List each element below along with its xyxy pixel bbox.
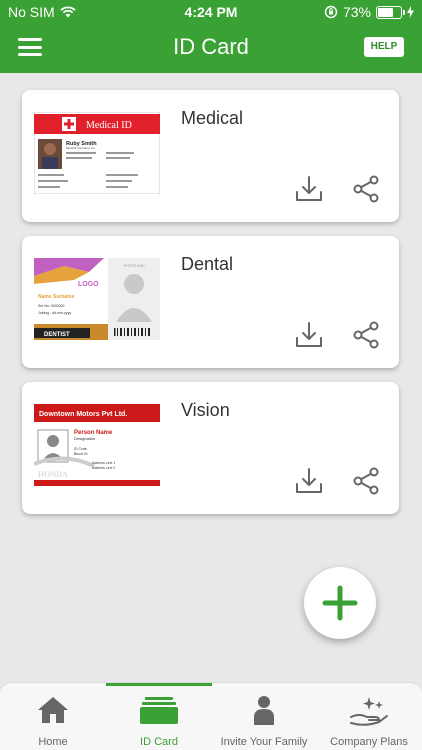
thumb-dental-line1: Ser No: 0000000 (38, 304, 65, 308)
id-card-icon (140, 697, 178, 724)
id-card-medical[interactable]: Medical ID Ruby Smith Medical Insurance … (22, 90, 399, 222)
battery-icon (376, 5, 405, 19)
person-icon (254, 696, 274, 725)
thumb-vision-line: Address Line 1 (92, 461, 115, 465)
download-icon[interactable] (294, 174, 324, 204)
thumb-dental-photo-label: PHOTO AND (124, 264, 145, 268)
id-card-vision[interactable]: Downtown Motors Pvt Ltd. Person Name Des… (22, 382, 399, 514)
tab-label: ID Card (140, 736, 178, 748)
thumb-medical-header: Medical ID (86, 120, 132, 131)
thumb-dental-line2: Joining : dd-mm-yyyy (38, 311, 71, 315)
status-bar: No SIM 4:24 PM 73% (0, 0, 422, 24)
thumb-dental-logo: LOGO (78, 281, 99, 288)
thumb-vision-company: Downtown Motors Pvt Ltd. (39, 411, 127, 418)
card-title: Medical (181, 108, 244, 128)
nav-bar: ID Card HELP (0, 24, 422, 73)
tab-company-plans[interactable]: Company Plans (316, 683, 422, 750)
share-icon[interactable] (351, 174, 381, 204)
medical-id-thumbnail: Medical ID Ruby Smith Medical Insurance … (34, 112, 160, 194)
hand-sparkle-icon (350, 697, 388, 726)
rotation-lock-icon (324, 5, 338, 19)
charging-icon (407, 6, 414, 18)
dental-id-thumbnail: LOGO Name Surname Ser No: 0000000 Joinin… (34, 258, 160, 340)
status-right: 73% (324, 4, 414, 20)
page-title: ID Card (173, 34, 249, 59)
home-icon (38, 697, 68, 723)
tab-home[interactable]: Home (0, 683, 106, 750)
tab-id-card[interactable]: ID Card (106, 683, 212, 750)
share-icon[interactable] (351, 466, 381, 496)
tab-label: Invite Your Family (220, 736, 308, 748)
thumb-dental-name: Name Surname (38, 294, 75, 300)
tab-label: Company Plans (330, 736, 408, 748)
tab-label: Home (38, 736, 68, 748)
battery-percent: 73% (342, 4, 371, 20)
id-card-dental[interactable]: LOGO Name Surname Ser No: 0000000 Joinin… (22, 236, 399, 368)
download-icon[interactable] (294, 466, 324, 496)
thumb-vision-brand: HONDA (38, 470, 68, 479)
thumb-vision-line: Blood Gr. (74, 452, 89, 456)
card-title: Vision (181, 400, 230, 420)
thumb-vision-line: Address Line 2 (92, 466, 115, 470)
download-icon[interactable] (294, 320, 324, 350)
add-card-button[interactable] (304, 567, 376, 639)
help-button[interactable]: HELP (364, 37, 404, 57)
thumb-medical-line1: Medical Insurance Co. (66, 146, 96, 150)
thumb-vision-line: ID Code (74, 447, 87, 451)
share-icon[interactable] (351, 320, 381, 350)
thumb-vision-designation: Designation (74, 436, 95, 441)
app-header: No SIM 4:24 PM 73% ID Card HELP (0, 0, 422, 73)
thumb-dental-badge: DENTIST (44, 332, 70, 338)
bottom-tab-bar: Home ID Card Invite Your Family Company … (0, 682, 422, 750)
plus-icon (322, 585, 358, 621)
card-title: Dental (181, 254, 234, 274)
tab-invite-family[interactable]: Invite Your Family (212, 683, 316, 750)
vision-id-thumbnail: Downtown Motors Pvt Ltd. Person Name Des… (34, 404, 160, 486)
